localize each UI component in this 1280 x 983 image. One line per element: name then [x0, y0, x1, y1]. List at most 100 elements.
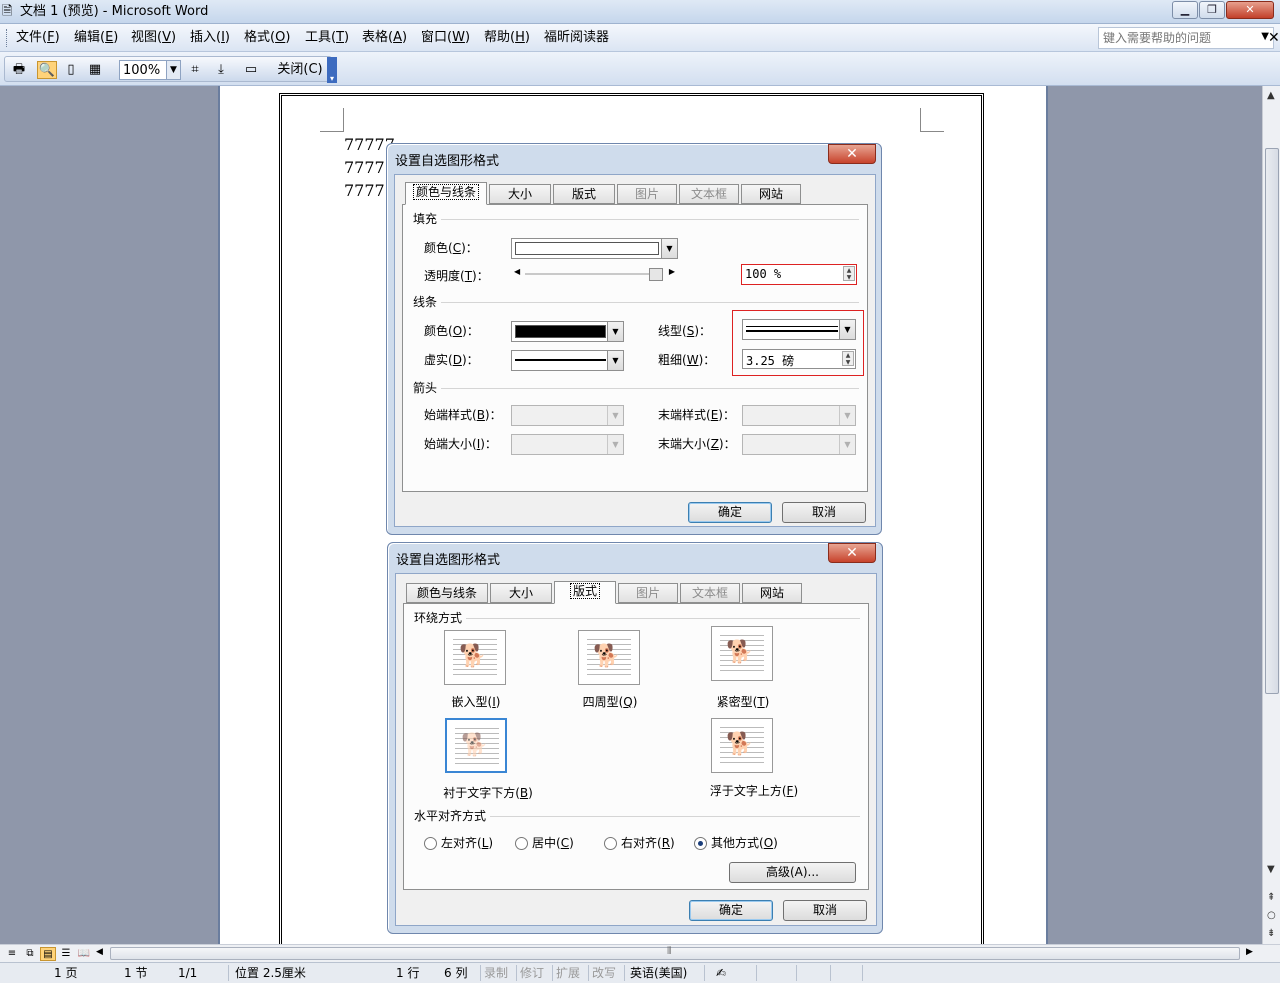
view-ruler-icon[interactable]: ⌗	[185, 61, 205, 79]
line-color-combo[interactable]: ▼	[511, 321, 624, 342]
wrap-in-front-option[interactable]: 🐕	[711, 718, 773, 773]
menu-view[interactable]: 视图(V)	[131, 30, 176, 46]
cancel-button[interactable]: 取消	[782, 502, 866, 523]
align-left-label[interactable]: 左对齐(L)	[441, 836, 493, 850]
weight-spinner[interactable]: 3.25 磅 ▲ ▼	[742, 349, 856, 369]
ok-button[interactable]: 确定	[688, 502, 772, 523]
tab-layout[interactable]: 版式	[553, 184, 615, 204]
menu-file[interactable]: 文件(F)	[16, 30, 60, 46]
group-divider	[413, 219, 859, 220]
multiple-pages-icon[interactable]: ▦	[85, 61, 105, 79]
menu-insert[interactable]: 插入(I)	[190, 30, 230, 46]
menu-tools[interactable]: 工具(T)	[305, 30, 349, 46]
tab-web[interactable]: 网站	[741, 184, 801, 204]
tab-size[interactable]: 大小	[490, 583, 552, 603]
web-layout-icon[interactable]: ⧉	[22, 947, 38, 961]
restore-button[interactable]: ❐	[1199, 1, 1225, 19]
dog-icon: 🐕	[461, 733, 489, 758]
print-layout-icon[interactable]: ▤	[40, 947, 56, 961]
full-screen-icon[interactable]: ▭	[241, 61, 261, 79]
tab-web[interactable]: 网站	[742, 583, 802, 603]
chevron-down-icon[interactable]: ▼	[607, 322, 623, 341]
status-extend[interactable]: 扩展	[556, 966, 580, 980]
transparency-slider[interactable]: ◀ ▶	[511, 267, 678, 281]
prev-page-icon[interactable]: ⇞	[1267, 892, 1275, 903]
slider-thumb[interactable]	[649, 268, 663, 281]
menu-window[interactable]: 窗口(W)	[421, 30, 470, 46]
spinner-arrows-icon[interactable]: ▲ ▼	[842, 351, 854, 366]
tab-colors-lines[interactable]: 颜色与线条	[405, 182, 487, 205]
browse-object-icon[interactable]: ○	[1267, 910, 1276, 921]
print-icon[interactable]: 🖶	[9, 61, 29, 79]
chevron-down-icon[interactable]: ▼	[166, 61, 180, 79]
menu-format[interactable]: 格式(O)	[244, 30, 290, 46]
one-page-icon[interactable]: ▯	[61, 61, 81, 79]
dash-combo[interactable]: ▼	[511, 350, 624, 371]
scroll-down-icon[interactable]: ▼	[1267, 864, 1275, 875]
chevron-down-icon[interactable]: ▼	[607, 351, 623, 370]
align-right-label[interactable]: 右对齐(R)	[621, 836, 675, 850]
outline-view-icon[interactable]: ☰	[58, 947, 74, 961]
close-window-button[interactable]: ✕	[1226, 1, 1274, 19]
line-style-sample	[746, 330, 838, 332]
chevron-down-icon[interactable]: ▼	[661, 239, 677, 258]
ok-button[interactable]: 确定	[689, 900, 773, 921]
line-style-combo[interactable]: ▼	[742, 319, 856, 340]
scroll-thumb[interactable]	[1265, 148, 1279, 694]
next-page-icon[interactable]: ⇟	[1267, 928, 1275, 939]
shrink-to-fit-icon[interactable]: ⤓	[211, 61, 231, 79]
align-right-radio[interactable]	[604, 837, 617, 850]
scroll-up-icon[interactable]: ▲	[1267, 90, 1275, 101]
toolbar-options-icon[interactable]: ▾	[327, 57, 337, 83]
wrap-inline-option[interactable]: 🐕	[444, 630, 506, 685]
magnifier-icon[interactable]: 🔍	[37, 61, 57, 79]
cancel-button[interactable]: 取消	[783, 900, 867, 921]
align-center-radio[interactable]	[515, 837, 528, 850]
dialog-body: 颜色与线条 大小 版式 图片 文本框 网站 填充 颜色(C)： ▼ 透明度(T)…	[394, 174, 876, 527]
wrap-behind-text-option[interactable]: 🐕	[445, 718, 507, 773]
scroll-right-icon[interactable]: ▶	[1246, 947, 1253, 957]
status-overtype[interactable]: 改写	[592, 966, 616, 980]
normal-view-icon[interactable]: ≡	[4, 947, 20, 961]
align-center-label[interactable]: 居中(C)	[532, 836, 574, 850]
spinner-arrows-icon[interactable]: ▲ ▼	[843, 266, 855, 281]
wrap-tight-option[interactable]: 🐕	[711, 626, 773, 681]
line-group-label: 线条	[413, 295, 442, 309]
dialog-close-button[interactable]: ✕	[828, 543, 876, 563]
menu-table[interactable]: 表格(A)	[362, 30, 407, 46]
chevron-down-icon[interactable]: ▼	[839, 320, 855, 339]
fill-color-combo[interactable]: ▼	[511, 238, 678, 259]
vertical-scrollbar[interactable]: ▲ ▼ ⇞ ○ ⇟	[1262, 86, 1280, 944]
slider-left-icon[interactable]: ◀	[514, 267, 520, 276]
align-left-radio[interactable]	[424, 837, 437, 850]
status-track-changes[interactable]: 修订	[520, 966, 544, 980]
slider-track	[525, 273, 663, 275]
menu-edit[interactable]: 编辑(E)	[74, 30, 118, 46]
wrap-square-option[interactable]: 🐕	[578, 630, 640, 685]
align-other-label[interactable]: 其他方式(O)	[711, 836, 778, 850]
slider-right-icon[interactable]: ▶	[669, 267, 675, 276]
transparency-spinner[interactable]: 100 % ▲ ▼	[741, 264, 857, 285]
minimize-button[interactable]: ▁	[1172, 1, 1198, 19]
tab-size[interactable]: 大小	[489, 184, 551, 204]
tab-layout[interactable]: 版式	[554, 581, 616, 604]
tab-colors-lines[interactable]: 颜色与线条	[406, 583, 488, 603]
spelling-check-icon[interactable]: ✍	[716, 966, 726, 980]
close-doc-icon[interactable]: ✕	[1268, 30, 1280, 46]
status-record[interactable]: 录制	[484, 966, 508, 980]
advanced-button[interactable]: 高级(A)...	[729, 862, 856, 883]
wrap-behind-text-label: 衬于文字下方(B)	[443, 786, 533, 800]
status-language[interactable]: 英语(美国)	[630, 966, 687, 980]
close-preview-button[interactable]: 关闭(C)	[273, 60, 327, 80]
help-search-input[interactable]	[1099, 28, 1249, 48]
align-other-radio[interactable]	[694, 837, 707, 850]
help-search-box[interactable]: ▼	[1098, 27, 1274, 49]
horizontal-scroll-thumb[interactable]: ⦀	[110, 946, 1240, 960]
begin-size-label: 始端大小(I)：	[424, 437, 497, 451]
menu-help[interactable]: 帮助(H)	[484, 30, 530, 46]
reading-layout-icon[interactable]: 📖	[76, 947, 92, 961]
menu-foxit-reader[interactable]: 福昕阅读器	[544, 30, 609, 46]
scroll-left-icon[interactable]: ◀	[96, 947, 103, 957]
zoom-combo[interactable]: 100% ▼	[119, 60, 181, 80]
dialog-close-button[interactable]: ✕	[828, 144, 876, 164]
